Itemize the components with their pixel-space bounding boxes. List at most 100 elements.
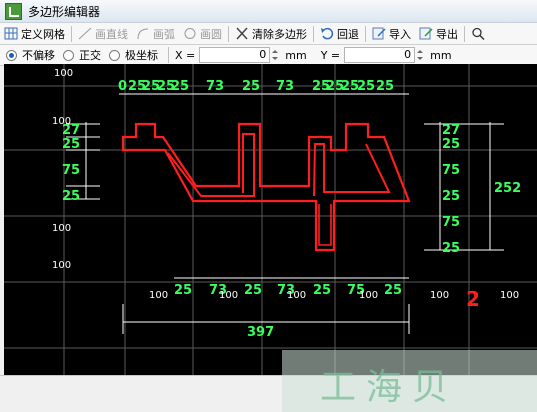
top-dim-label: 0 <box>118 79 127 94</box>
right-dim-label: 27 <box>442 123 460 138</box>
undo-icon <box>321 27 334 40</box>
grid-label: 100 <box>359 290 378 301</box>
watermark: 工海贝 <box>282 350 537 412</box>
left-dim-label: 25 <box>62 137 80 152</box>
toolbar-separator <box>313 25 314 42</box>
y-unit: mm <box>430 48 452 62</box>
toolbar-separator <box>365 25 366 42</box>
top-dim-label: 25 <box>376 79 394 94</box>
polygon-shape[interactable] <box>121 122 411 252</box>
toolbar-separator <box>71 25 72 42</box>
right-total-label: 252 <box>494 181 521 196</box>
define-grid-button[interactable]: 定义网格 <box>0 24 69 43</box>
top-dimension-labels: 0 25 25 25 25 73 25 73 25 25 25 25 25 <box>118 79 394 94</box>
grid-label: 100 <box>52 223 71 234</box>
draw-circle-button[interactable]: 画圆 <box>179 24 226 43</box>
y-coordinate: Y = 0 mm <box>317 47 458 63</box>
bottom-dim-label: 25 <box>384 283 402 298</box>
draw-line-label: 画直线 <box>95 27 128 41</box>
bottom-grid-labels: 100 100 100 100 100 100 <box>149 290 519 301</box>
search-icon <box>472 27 485 40</box>
draw-circle-label: 画圆 <box>200 27 222 41</box>
import-button[interactable]: 导入 <box>368 24 415 43</box>
draw-line-button[interactable]: 画直线 <box>74 24 132 43</box>
right-dim-label: 25 <box>442 189 460 204</box>
right-dim-label: 25 <box>442 241 460 256</box>
arc-icon <box>137 28 149 40</box>
x-spin-icon[interactable] <box>271 48 279 62</box>
window-title: 多边形编辑器 <box>28 4 101 19</box>
toolbar-separator <box>464 25 465 42</box>
y-input[interactable]: 0 <box>344 47 416 63</box>
bottom-total-label: 397 <box>247 325 274 340</box>
radio-icon <box>109 49 120 61</box>
clear-polygon-button[interactable]: 清除多边形 <box>231 24 311 43</box>
top-dim-label: 25 <box>242 79 260 94</box>
grid-label: 100 <box>430 290 449 301</box>
polar-label: 极坐标 <box>125 49 158 62</box>
grid-icon <box>4 27 18 40</box>
polygon-inner-edge <box>318 204 332 246</box>
grid-label: 100 <box>52 260 71 271</box>
top-dim-label: 73 <box>206 79 224 94</box>
x-coordinate: X = 0 mm <box>171 47 317 63</box>
right-dim-label: 75 <box>442 215 460 230</box>
export-label: 导出 <box>436 27 458 41</box>
export-icon <box>419 27 433 40</box>
grid-label: 100 <box>54 68 73 79</box>
ortho-radio[interactable]: 正交 <box>63 47 101 63</box>
left-dim-label: 25 <box>62 189 80 204</box>
import-label: 导入 <box>389 27 411 41</box>
x-label: X = <box>175 48 196 62</box>
x-input[interactable]: 0 <box>199 47 271 63</box>
options-bar: 不偏移 正交 极坐标 X = 0 mm Y = 0 mm <box>0 45 537 66</box>
title-bar: 多边形编辑器 <box>0 0 537 23</box>
red-annotation-label: 2 <box>466 287 480 311</box>
search-button[interactable] <box>467 24 492 43</box>
top-dim-label: 73 <box>276 79 294 94</box>
radio-selected-icon <box>6 49 17 61</box>
polygon-editor-window: 多边形编辑器 定义网格 画直线 画弧 画圆 清除多边形 回退 导入 导出 不偏移… <box>0 0 537 412</box>
undo-button[interactable]: 回退 <box>316 24 363 43</box>
grid-label: 100 <box>149 290 168 301</box>
y-spin-icon[interactable] <box>416 48 424 62</box>
x-unit: mm <box>285 48 307 62</box>
top-dim-label: 25 <box>357 79 375 94</box>
import-icon <box>372 27 386 40</box>
right-dim-label: 75 <box>442 163 460 178</box>
draw-arc-label: 画弧 <box>153 27 175 41</box>
define-grid-label: 定义网格 <box>21 27 65 41</box>
toolbar-separator <box>228 25 229 42</box>
polygon-inner-edge <box>313 143 391 197</box>
draw-arc-button[interactable]: 画弧 <box>132 24 179 43</box>
grid-label: 100 <box>500 290 519 301</box>
radio-icon <box>63 49 74 61</box>
no-offset-label: 不偏移 <box>22 49 55 62</box>
line-icon <box>78 27 92 40</box>
y-label: Y = <box>320 48 341 62</box>
right-dimension-labels: 27 25 75 25 75 25 252 <box>442 123 521 256</box>
left-dim-label: 75 <box>62 163 80 178</box>
grid-label: 100 <box>219 290 238 301</box>
bottom-dim-label: 25 <box>313 283 331 298</box>
export-button[interactable]: 导出 <box>415 24 462 43</box>
right-dim-label: 25 <box>442 137 460 152</box>
left-dimension-labels: 27 25 75 25 <box>62 123 80 204</box>
watermark-text: 工海贝 <box>320 367 459 408</box>
top-dim-label: 25 <box>171 79 189 94</box>
app-icon <box>5 2 22 20</box>
canvas-svg: 0 25 25 25 25 73 25 73 25 25 25 25 25 27… <box>4 64 537 375</box>
polar-radio[interactable]: 极坐标 <box>109 47 158 63</box>
options-separator <box>168 47 169 63</box>
circle-icon <box>184 28 196 39</box>
bottom-dim-label: 25 <box>174 283 192 298</box>
no-offset-radio[interactable]: 不偏移 <box>6 47 55 63</box>
grid-label: 100 <box>287 290 306 301</box>
grid-label: 100 <box>52 116 71 127</box>
bottom-dim-label: 25 <box>244 283 262 298</box>
ortho-label: 正交 <box>79 49 101 62</box>
clear-icon <box>236 27 248 40</box>
drawing-canvas[interactable]: 0 25 25 25 25 73 25 73 25 25 25 25 25 27… <box>4 64 537 375</box>
toolbar: 定义网格 画直线 画弧 画圆 清除多边形 回退 导入 导出 <box>0 23 537 45</box>
clear-polygon-label: 清除多边形 <box>252 27 307 41</box>
